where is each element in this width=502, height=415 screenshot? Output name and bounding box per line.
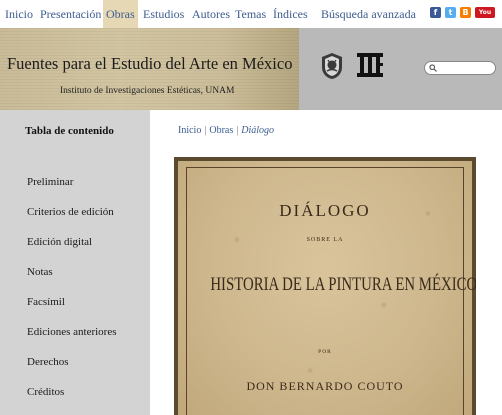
- facebook-icon[interactable]: f: [430, 7, 441, 18]
- toc-item-ediciones-anteriores[interactable]: Ediciones anteriores: [27, 326, 117, 338]
- toc-item-notas[interactable]: Notas: [27, 266, 53, 278]
- nav-obras[interactable]: Obras: [103, 0, 138, 28]
- book-page: DIÁLOGO SOBRE LA HISTORIA DE LA PINTURA …: [178, 161, 476, 415]
- book-cover-scan[interactable]: DIÁLOGO SOBRE LA HISTORIA DE LA PINTURA …: [174, 157, 476, 415]
- toc-item-creditos[interactable]: Créditos: [27, 386, 64, 398]
- nav-estudios[interactable]: Estudios: [143, 0, 184, 28]
- toc-item-criterios[interactable]: Criterios de edición: [27, 206, 114, 218]
- unam-seal-icon[interactable]: [320, 52, 344, 80]
- nav-autores[interactable]: Autores: [192, 0, 230, 28]
- toc-title: Tabla de contenido: [25, 125, 114, 137]
- youtube-icon[interactable]: You: [475, 7, 495, 18]
- breadcrumb-current: Diálogo: [241, 125, 275, 136]
- nav-presentacion[interactable]: Presentación: [40, 0, 101, 28]
- toc-item-facsimil[interactable]: Facsímil: [27, 296, 65, 308]
- toc-item-derechos[interactable]: Derechos: [27, 356, 69, 368]
- iie-logo-icon[interactable]: [357, 51, 383, 79]
- toc-item-preliminar[interactable]: Preliminar: [27, 176, 73, 188]
- search-icon: [429, 64, 437, 72]
- breadcrumb-obras[interactable]: Obras: [209, 125, 233, 136]
- breadcrumb-inicio[interactable]: Inicio: [178, 125, 201, 136]
- search-input[interactable]: [424, 61, 496, 75]
- nav-temas[interactable]: Temas: [235, 0, 266, 28]
- scan-main-title: HISTORIA DE LA PINTURA EN MÉXICO: [210, 274, 476, 295]
- nav-inicio[interactable]: Inicio: [5, 0, 33, 28]
- header-banner: Fuentes para el Estudio del Arte en Méxi…: [0, 28, 299, 110]
- scan-title: DIÁLOGO: [279, 201, 371, 220]
- scan-sobre-la: SOBRE LA: [306, 237, 344, 243]
- site-title[interactable]: Fuentes para el Estudio del Arte en Méxi…: [7, 54, 292, 74]
- breadcrumb: Inicio | Obras | Diálogo: [178, 125, 274, 136]
- scan-author: DON BERNARDO COUTO: [246, 379, 404, 393]
- sidebar: Tabla de contenido Preliminar Criterios …: [0, 110, 150, 415]
- blogger-icon[interactable]: B: [460, 7, 471, 18]
- nav-indices[interactable]: Índices: [273, 0, 308, 28]
- scan-por: POR: [318, 349, 332, 355]
- nav-busqueda-avanzada[interactable]: Búsqueda avanzada: [321, 0, 416, 28]
- toc-item-edicion-digital[interactable]: Edición digital: [27, 236, 92, 248]
- site-subtitle: Instituto de Investigaciones Estéticas, …: [60, 86, 235, 96]
- twitter-icon[interactable]: t: [445, 7, 456, 18]
- top-navigation: Inicio Presentación Obras Estudios Autor…: [0, 0, 502, 28]
